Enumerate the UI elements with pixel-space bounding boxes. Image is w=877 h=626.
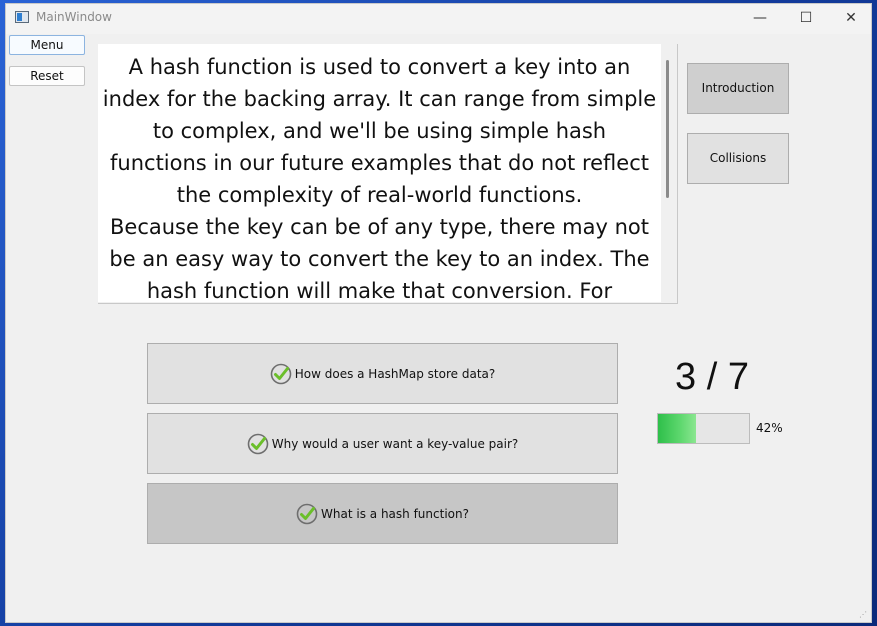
minimize-button[interactable]: — [737, 4, 783, 34]
scrollbar-thumb[interactable] [666, 60, 669, 198]
close-button[interactable]: ✕ [828, 4, 874, 34]
progress-count: 3 / 7 [675, 356, 749, 398]
checkmark-icon [270, 363, 292, 384]
checkmark-icon [247, 433, 269, 454]
title-bar: MainWindow — ☐ ✕ [6, 4, 871, 34]
lesson-text: A hash function is used to convert a key… [98, 44, 661, 302]
collisions-button[interactable]: Collisions [687, 133, 789, 184]
main-window: MainWindow — ☐ ✕ Menu Reset A hash funct… [5, 3, 872, 623]
question-button-2[interactable]: Why would a user want a key-value pair? [147, 413, 618, 474]
reset-button[interactable]: Reset [9, 66, 85, 86]
progress-percent: 42% [756, 421, 783, 435]
question-button-1[interactable]: How does a HashMap store data? [147, 343, 618, 404]
menu-button[interactable]: Menu [9, 35, 85, 55]
maximize-button[interactable]: ☐ [783, 4, 829, 34]
resize-grip-icon[interactable]: ⋰ [859, 610, 869, 620]
question-label: What is a hash function? [321, 506, 469, 521]
question-button-3[interactable]: What is a hash function? [147, 483, 618, 544]
lesson-text-area[interactable]: A hash function is used to convert a key… [98, 44, 661, 302]
question-label: How does a HashMap store data? [294, 366, 496, 381]
progress-bar [657, 413, 750, 444]
checkmark-icon [296, 503, 318, 524]
lesson-text-panel[interactable]: A hash function is used to convert a key… [98, 44, 678, 304]
window-title: MainWindow [36, 10, 112, 24]
progress-bar-fill [658, 414, 697, 443]
lesson-paragraph: Because the key can be of any type, ther… [109, 215, 650, 302]
app-icon [15, 11, 29, 23]
introduction-button[interactable]: Introduction [687, 63, 789, 114]
lesson-paragraph: A hash function is used to convert a key… [102, 55, 657, 207]
question-label: Why would a user want a key-value pair? [271, 436, 519, 451]
